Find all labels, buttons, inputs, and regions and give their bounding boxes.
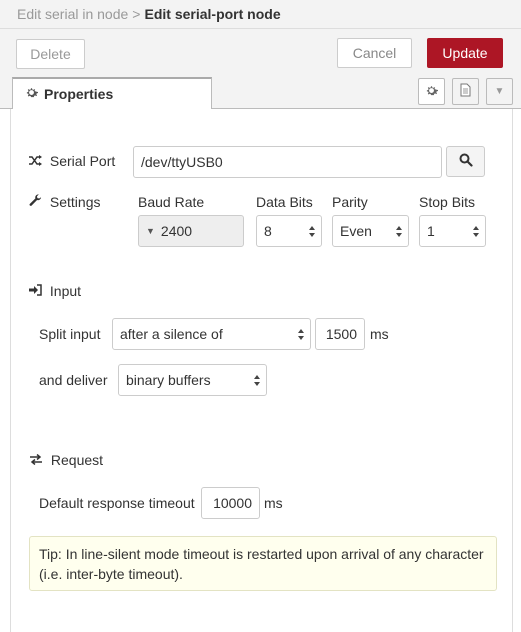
page-title: Edit serial-port node: [144, 6, 281, 22]
response-timeout-unit: ms: [264, 495, 283, 511]
deliver-label: and deliver: [39, 372, 108, 388]
caret-down-icon: ▼: [494, 86, 505, 97]
split-input-select[interactable]: after a silence of: [112, 318, 311, 350]
tip-text: Tip: In line-silent mode timeout is rest…: [39, 546, 484, 582]
tip-box: Tip: In line-silent mode timeout is rest…: [29, 536, 497, 591]
wrench-icon: [29, 194, 46, 210]
exchange-icon: [29, 452, 47, 468]
tab-menu-button[interactable]: ▼: [486, 78, 513, 105]
request-section-label-text: Request: [50, 452, 104, 468]
baud-rate-value: 2400: [160, 223, 193, 239]
silence-unit-label: ms: [370, 326, 389, 342]
panel-right-border: [512, 109, 513, 632]
breadcrumb: Edit serial in node > Edit serial-port nod…: [0, 0, 521, 29]
data-bits-select[interactable]: 8: [256, 215, 322, 247]
gear-icon: [425, 84, 438, 100]
input-section-label: Input: [29, 283, 81, 299]
silence-timeout-input[interactable]: 1500: [315, 318, 365, 350]
tab-bar: Properties ▼: [0, 73, 521, 109]
response-timeout-input[interactable]: 10000: [201, 487, 260, 519]
split-input-label: Split input: [39, 326, 101, 342]
serial-port-input[interactable]: /dev/ttyUSB0: [133, 146, 442, 178]
baud-rate-label: Baud Rate: [138, 194, 205, 210]
serial-port-label: Serial Port: [29, 153, 115, 169]
update-button[interactable]: Update: [427, 38, 503, 68]
tab-description[interactable]: [452, 78, 479, 105]
shuffle-icon: [29, 153, 46, 169]
deliver-select[interactable]: binary buffers: [118, 364, 267, 396]
dialog-toolbar: Delete Cancel Update: [0, 29, 521, 73]
tab-properties-label: Properties: [44, 86, 114, 102]
baud-rate-field[interactable]: ▼ 2400: [138, 215, 244, 247]
tab-node-settings[interactable]: [418, 78, 445, 105]
request-section-label: Request: [29, 452, 103, 468]
delete-button[interactable]: Delete: [16, 39, 85, 69]
response-timeout-label: Default response timeout: [39, 495, 195, 511]
input-section-label-text: Input: [49, 283, 82, 299]
serial-port-label-text: Serial Port: [49, 153, 116, 169]
breadcrumb-parent[interactable]: Edit serial in node: [17, 6, 128, 22]
stop-bits-label: Stop Bits: [419, 194, 476, 210]
search-ports-button[interactable]: [446, 146, 485, 177]
tab-properties[interactable]: Properties: [12, 77, 212, 109]
gear-icon: [25, 86, 38, 102]
search-icon: [459, 153, 473, 170]
cancel-button[interactable]: Cancel: [337, 38, 412, 68]
settings-label-text: Settings: [49, 194, 101, 210]
settings-label: Settings: [29, 194, 100, 210]
data-bits-label: Data Bits: [256, 194, 313, 210]
caret-down-icon: ▼: [146, 226, 155, 236]
panel-left-border: [10, 109, 11, 632]
parity-select[interactable]: Even: [332, 215, 409, 247]
sign-in-icon: [29, 283, 46, 299]
stop-bits-select[interactable]: 1: [419, 215, 486, 247]
breadcrumb-separator: >: [132, 6, 141, 22]
document-icon: [460, 83, 471, 100]
parity-label: Parity: [332, 194, 368, 210]
